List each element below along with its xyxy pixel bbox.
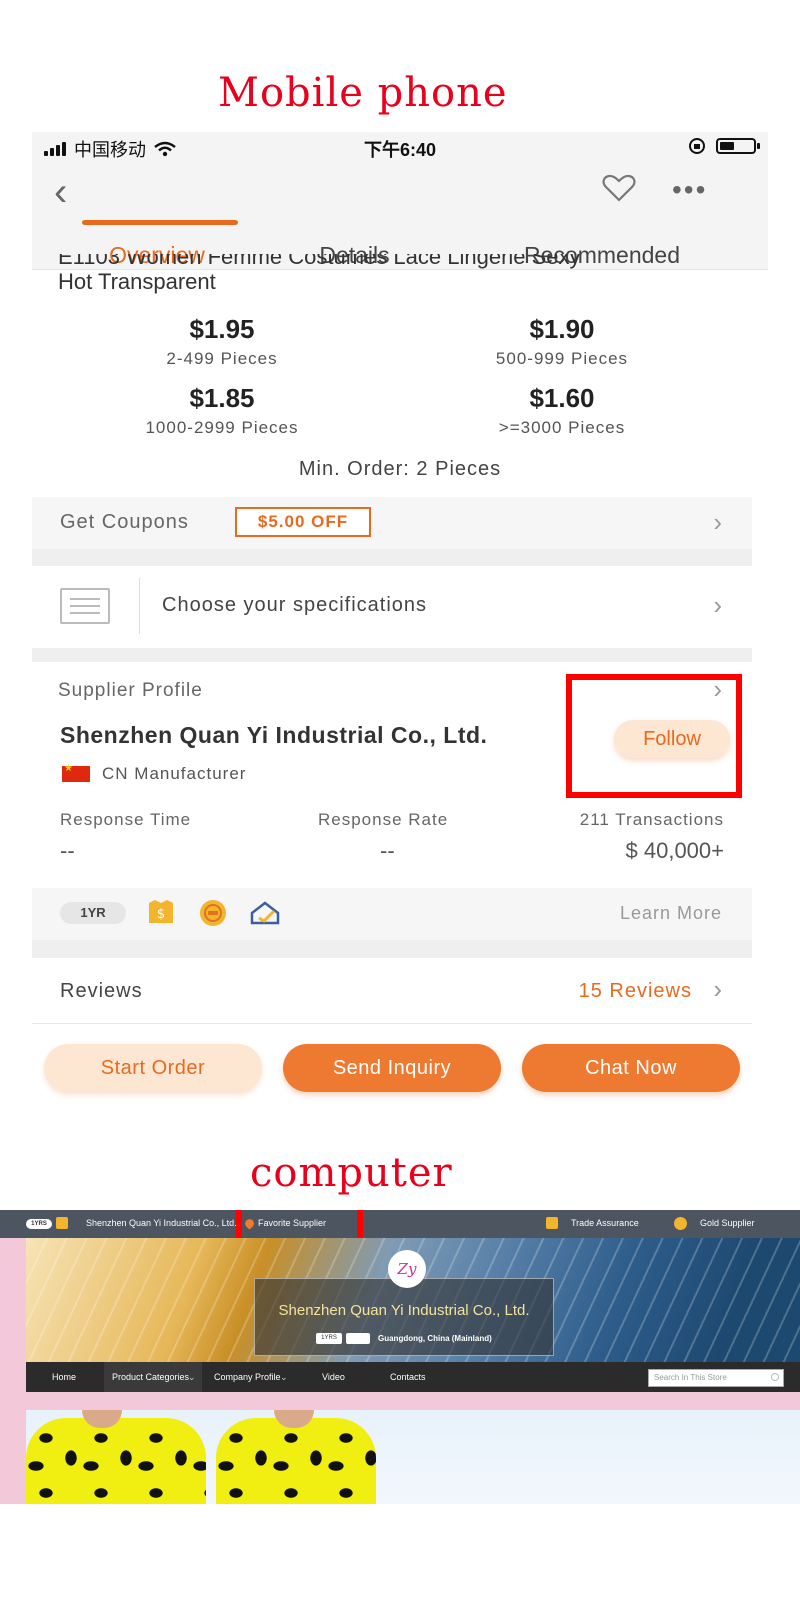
mobile-phone-caption: Mobile phone [218,70,508,116]
chevron-down-icon: ⌄ [188,1372,196,1382]
battery-icon [716,138,760,154]
supplier-company-name[interactable]: Shenzhen Quan Yi Industrial Co., Ltd. [60,722,487,749]
crown-icon [56,1217,68,1229]
send-inquiry-button[interactable]: Send Inquiry [283,1044,501,1092]
banner-badge-icons [346,1333,370,1344]
price-value: $1.95 [189,314,255,344]
response-rate-label: Response Rate [318,810,449,829]
nav-video[interactable]: Video [322,1372,345,1382]
chevron-right-icon: › [713,590,722,620]
get-coupons-row[interactable]: Get Coupons $5.00 OFF › [32,497,752,549]
product-title-line2: Hot Transparent [58,269,216,294]
learn-more-link[interactable]: Learn More [620,903,722,924]
search-icon[interactable] [771,1373,779,1381]
start-order-button[interactable]: Start Order [44,1044,262,1092]
min-order: Min. Order: 2 Pieces [298,458,502,480]
price-tier: $1.60 >=3000 Pieces [392,383,732,438]
specifications-label: Choose your specifications [162,594,428,616]
product-image[interactable] [26,1410,800,1504]
gold-supplier-icon [200,900,226,926]
chevron-right-icon: › [713,974,722,1004]
gold-supplier-icon [674,1217,687,1230]
china-flag-icon [62,763,90,782]
product-title: E1103 Women Femme Costumes Lace Lingerie… [58,254,748,294]
coupon-badge[interactable]: $5.00 OFF [235,507,371,537]
mobile-app-screen: 中国移动 下午6:40 ‹ ••• Overview Details Recom… [32,132,768,1130]
store-banner: Zy Shenzhen Quan Yi Industrial Co., Ltd.… [26,1238,800,1362]
price-value: $1.90 [529,314,595,344]
nav-home[interactable]: Home [52,1372,76,1382]
active-tab-indicator [82,220,238,225]
section-divider [32,549,752,566]
search-placeholder: Search In This Store [654,1373,727,1382]
coupons-label: Get Coupons [60,511,189,533]
store-navigation: Home Product Categories ⌄ Company Profil… [26,1362,800,1392]
supplier-badges-row[interactable]: 1YR $ Learn More [32,888,752,940]
gold-supplier-link[interactable]: Gold Supplier [700,1218,755,1228]
verified-icon [250,901,280,925]
response-time-value: -- [60,838,75,863]
status-time: 下午6:40 [363,140,437,160]
section-divider [32,648,752,662]
trade-assurance-link[interactable]: Trade Assurance [571,1218,639,1228]
price-value: $1.60 [529,383,595,413]
response-time-label: Response Time [60,810,192,829]
product-title-line1: E1103 Women Femme Costumes Lace Lingerie… [58,254,581,269]
supplier-type: CN Manufacturer [102,764,247,783]
reviews-row[interactable]: Reviews 15 Reviews › [32,958,752,1024]
price-tier: $1.95 2-499 Pieces [52,314,392,369]
store-logo: Zy [388,1250,426,1288]
years-badge: 1YRS [26,1219,52,1229]
specification-list-icon [60,588,110,624]
price-quantity: 1000-2999 Pieces [145,418,299,437]
chevron-down-icon: ⌄ [228,1218,236,1228]
price-tier: $1.90 500-999 Pieces [392,314,732,369]
back-icon[interactable]: ‹ [54,170,67,215]
price-quantity: 500-999 Pieces [495,349,629,368]
orientation-lock-icon [689,138,705,154]
price-value: $1.85 [189,383,255,413]
trade-assurance-icon: $ [149,900,173,923]
store-top-bar: 1YRS Shenzhen Quan Yi Industrial Co., Lt… [0,1210,800,1238]
chat-now-button[interactable]: Chat Now [522,1044,740,1092]
store-company-name[interactable]: Shenzhen Quan Yi Industrial Co., Ltd. [86,1218,237,1228]
computer-caption: computer [250,1150,453,1196]
store-search-input[interactable]: Search In This Store [648,1369,784,1387]
nav-product-categories[interactable]: Product Categories [112,1372,189,1382]
price-tier: $1.85 1000-2999 Pieces [52,383,392,438]
years-badge: 1YR [60,902,126,924]
nav-company-profile[interactable]: Company Profile [214,1372,281,1382]
price-quantity: 2-499 Pieces [166,349,278,368]
highlight-box-follow [566,674,742,798]
banner-years-badge: 1YRS [316,1333,342,1344]
chevron-down-icon: ⌄ [280,1372,288,1382]
reviews-label: Reviews [60,980,143,1002]
chevron-right-icon: › [713,507,722,537]
supplier-profile-heading: Supplier Profile [58,680,203,701]
banner-location: Guangdong, China (Mainland) [378,1334,492,1343]
leopard-shirt-image [216,1418,376,1504]
choose-specifications-row[interactable]: Choose your specifications › [32,566,752,648]
nav-contacts[interactable]: Contacts [390,1372,426,1382]
banner-company-name: Shenzhen Quan Yi Industrial Co., Ltd. [278,1302,530,1319]
leopard-shirt-image [26,1418,206,1504]
price-quantity: >=3000 Pieces [498,418,626,437]
transactions-label: 211 Transactions [579,810,724,829]
status-bar: 中国移动 下午6:40 [32,132,768,162]
response-rate-value: -- [380,838,395,863]
reviews-count[interactable]: 15 Reviews [579,980,692,1003]
heart-icon[interactable] [602,174,636,202]
section-divider [32,940,752,958]
transactions-value: $ 40,000+ [625,838,724,863]
desktop-store-screenshot: 1YRS Shenzhen Quan Yi Industrial Co., Lt… [0,1210,800,1504]
svg-text:$: $ [157,907,165,922]
more-icon[interactable]: ••• [672,174,707,206]
trade-assurance-icon [546,1217,558,1229]
